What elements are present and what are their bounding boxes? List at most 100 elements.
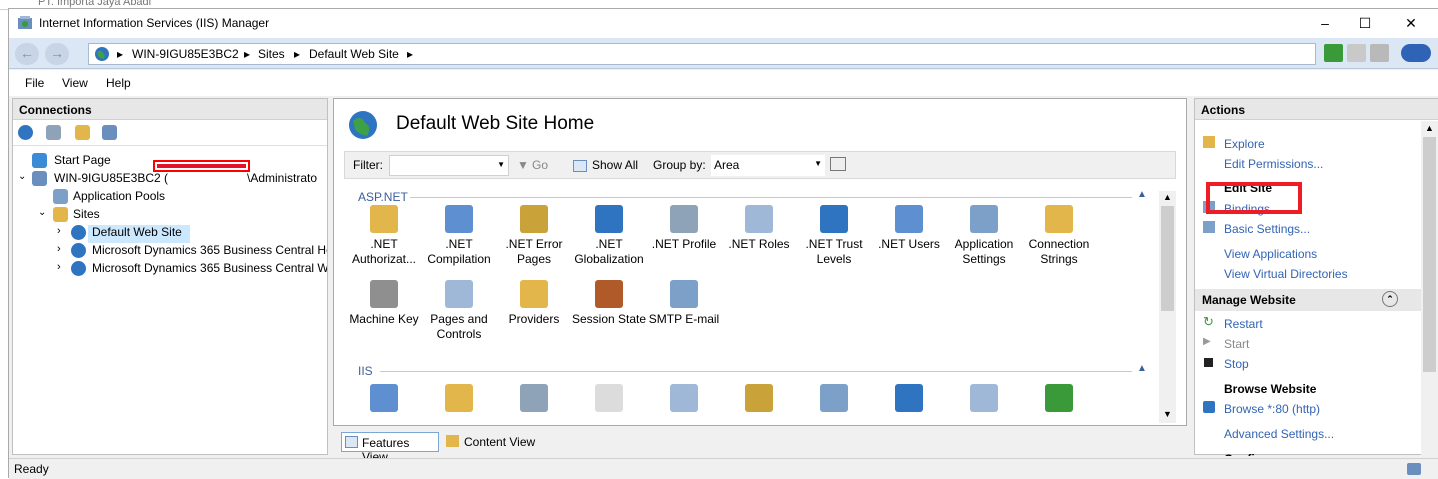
- feature-compilation[interactable]: .NET Compilation: [421, 205, 497, 267]
- iis-feature-icon[interactable]: [745, 384, 773, 412]
- tree-item-bc-site-1[interactable]: › Microsoft Dynamics 365 Business Centra…: [13, 242, 327, 262]
- iis-feature-icon[interactable]: [370, 384, 398, 412]
- feature-label: SMTP E-mail: [648, 312, 720, 326]
- feature-label: .NET: [445, 237, 473, 251]
- feature-profile[interactable]: .NET Profile: [646, 205, 722, 252]
- feature-app-settings[interactable]: Application Settings: [946, 205, 1022, 267]
- iis-feature-icon[interactable]: [445, 384, 473, 412]
- filter-label: Filter:: [353, 158, 383, 172]
- scrollbar[interactable]: ▲ ▼: [1159, 191, 1176, 423]
- tab-content-view[interactable]: Content View: [443, 432, 543, 452]
- feature-label-line2: Globalization: [574, 252, 644, 266]
- filter-input[interactable]: ▼: [389, 155, 509, 176]
- tree-item-sites[interactable]: ⌄ Sites: [13, 206, 327, 226]
- feature-machine-key[interactable]: Machine Key: [346, 280, 422, 327]
- breadcrumb-site[interactable]: Default Web Site: [309, 47, 399, 61]
- group-by-select[interactable]: Area ▼: [711, 155, 825, 176]
- feature-authorization[interactable]: .NET Authorizat...: [346, 205, 422, 267]
- action-restart[interactable]: Restart: [1224, 317, 1263, 331]
- collapse-chevron-icon[interactable]: ⌄: [38, 207, 46, 218]
- scrollbar-thumb[interactable]: [1161, 206, 1174, 311]
- scroll-up-icon[interactable]: ▲: [1425, 123, 1434, 133]
- expand-chevron-icon[interactable]: ›: [57, 225, 61, 237]
- help-icon[interactable]: [1401, 44, 1431, 62]
- iis-feature-icon[interactable]: [970, 384, 998, 412]
- disconnect-icon[interactable]: [102, 125, 117, 140]
- feature-smtp-email[interactable]: SMTP E-mail: [646, 280, 722, 327]
- tree-item-server[interactable]: ⌄ WIN-9IGU85E3BC2 ( \Administrato: [13, 170, 327, 190]
- feature-pages-controls[interactable]: Pages and Controls: [421, 280, 497, 342]
- go-button[interactable]: Go: [532, 158, 548, 172]
- action-stop[interactable]: Stop: [1224, 357, 1249, 371]
- feature-label: .NET Profile: [651, 237, 717, 251]
- view-mode-icon[interactable]: [830, 157, 846, 171]
- iis-feature-icon[interactable]: [1045, 384, 1073, 412]
- globe-icon: [71, 225, 86, 240]
- stop-icon[interactable]: [1347, 44, 1366, 62]
- connection-strings-icon: [1045, 205, 1073, 233]
- back-button[interactable]: ←: [15, 43, 39, 65]
- scrollbar-thumb[interactable]: [1423, 137, 1436, 372]
- tab-features-view[interactable]: Features View: [341, 432, 439, 464]
- action-start[interactable]: Start: [1224, 337, 1249, 351]
- restart-icon: ↻: [1203, 314, 1214, 329]
- collapse-group-icon[interactable]: ▲: [1137, 363, 1147, 374]
- breadcrumb-server[interactable]: WIN-9IGU85E3BC2: [132, 47, 239, 61]
- action-view-virtual-directories[interactable]: View Virtual Directories: [1224, 267, 1348, 281]
- connect-globe-icon[interactable]: [18, 125, 33, 140]
- section-configure: Configure: [1224, 452, 1281, 456]
- scroll-down-icon[interactable]: ▼: [1163, 409, 1172, 419]
- start-page-icon: [32, 153, 47, 168]
- tree-item-app-pools[interactable]: Application Pools: [13, 188, 327, 208]
- refresh-icon[interactable]: [1324, 44, 1343, 62]
- compilation-icon: [445, 205, 473, 233]
- globe-icon: [71, 261, 86, 276]
- feature-label: Machine Key: [349, 312, 419, 326]
- actions-scrollbar[interactable]: ▲: [1421, 121, 1438, 456]
- action-advanced-settings[interactable]: Advanced Settings...: [1224, 427, 1334, 441]
- feature-providers[interactable]: Providers: [496, 280, 572, 327]
- expand-chevron-icon[interactable]: ›: [57, 243, 61, 255]
- feature-globalization[interactable]: .NET Globalization: [571, 205, 647, 267]
- feature-trust-levels[interactable]: .NET Trust Levels: [796, 205, 872, 267]
- collapse-chevron-icon[interactable]: ⌄: [18, 171, 26, 182]
- action-explore[interactable]: Explore: [1224, 137, 1265, 151]
- menu-view[interactable]: View: [62, 76, 88, 90]
- iis-feature-icon[interactable]: [595, 384, 623, 412]
- save-icon[interactable]: [46, 125, 61, 140]
- collapse-section-icon[interactable]: ⌃: [1382, 291, 1398, 307]
- feature-users[interactable]: .NET Users: [871, 205, 947, 252]
- feature-connection-strings[interactable]: Connection Strings: [1021, 205, 1097, 267]
- action-basic-settings[interactable]: Basic Settings...: [1224, 222, 1310, 236]
- feature-error-pages[interactable]: .NET Error Pages: [496, 205, 572, 267]
- scroll-up-icon[interactable]: ▲: [1163, 192, 1172, 202]
- menu-help[interactable]: Help: [106, 76, 131, 90]
- maximize-button[interactable]: ☐: [1342, 9, 1388, 38]
- tree-label: Application Pools: [73, 189, 166, 203]
- tree-item-default-web-site[interactable]: › Default Web Site: [13, 224, 327, 244]
- breadcrumb-sites[interactable]: Sites: [258, 47, 285, 61]
- iis-feature-icon[interactable]: [895, 384, 923, 412]
- globe-icon: [71, 243, 86, 258]
- action-view-applications[interactable]: View Applications: [1224, 247, 1317, 261]
- close-button[interactable]: ✕: [1388, 9, 1434, 38]
- feature-roles[interactable]: .NET Roles: [721, 205, 797, 252]
- tree-item-bc-site-2[interactable]: › Microsoft Dynamics 365 Business Centra…: [13, 260, 327, 280]
- iis-app-icon: [18, 16, 32, 29]
- feature-label: Session State: [571, 312, 647, 326]
- feature-label: .NET: [595, 237, 623, 251]
- expand-chevron-icon[interactable]: ›: [57, 261, 61, 273]
- menu-file[interactable]: File: [25, 76, 44, 90]
- action-edit-permissions[interactable]: Edit Permissions...: [1224, 157, 1323, 171]
- show-all-button[interactable]: Show All: [592, 158, 638, 172]
- folder-up-icon[interactable]: [75, 125, 90, 140]
- iis-feature-icon[interactable]: [820, 384, 848, 412]
- collapse-group-icon[interactable]: ▲: [1137, 189, 1147, 200]
- iis-feature-icon[interactable]: [520, 384, 548, 412]
- iis-feature-icon[interactable]: [670, 384, 698, 412]
- feature-session-state[interactable]: Session State: [571, 280, 647, 327]
- action-browse-80[interactable]: Browse *:80 (http): [1224, 402, 1320, 416]
- group-divider: [380, 371, 1132, 372]
- home-icon[interactable]: [1370, 44, 1389, 62]
- forward-button[interactable]: →: [45, 43, 69, 65]
